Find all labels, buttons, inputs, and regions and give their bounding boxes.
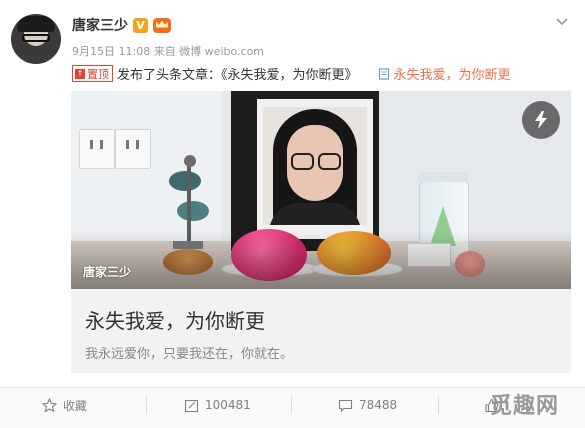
wall-outlet <box>79 129 115 169</box>
article-cover-image[interactable]: 唐家三少 <box>71 91 571 289</box>
post-text-line: ↑ 置顶 发布了头条文章：《永失我爱，为你断更》 永失我爱，为你断更 <box>72 64 511 83</box>
top-tag[interactable]: ↑ 置顶 <box>72 65 113 82</box>
article-link[interactable]: 永失我爱，为你断更 <box>378 64 511 83</box>
avatar-hair <box>17 16 55 32</box>
post-meta: 9月15日 11:08 来自 微博 weibo.com <box>72 45 265 58</box>
name-row: 唐家三少 V <box>72 15 171 35</box>
verified-badge[interactable]: V <box>133 17 148 33</box>
jar-lid <box>418 172 468 182</box>
username[interactable]: 唐家三少 <box>72 15 128 35</box>
action-separator <box>146 396 147 414</box>
avatar-glasses <box>22 34 50 42</box>
repost-button[interactable]: 100481 <box>184 388 251 422</box>
avatar[interactable] <box>11 14 61 64</box>
star-icon <box>42 397 57 413</box>
top-tag-label: 置顶 <box>87 67 109 81</box>
favorite-label: 收藏 <box>63 398 88 413</box>
action-separator <box>291 396 292 414</box>
image-shade <box>71 231 571 289</box>
article-icon <box>378 67 389 80</box>
wall-outlet <box>115 129 151 169</box>
site-watermark: 觅趣网 <box>490 394 560 419</box>
repost-icon <box>184 399 199 412</box>
photo-mat <box>257 99 373 239</box>
memorial-photo-frame <box>231 91 379 251</box>
comment-count: 78488 <box>359 398 398 412</box>
comment-button[interactable]: 78488 <box>338 388 397 422</box>
top-pin-icon: ↑ <box>75 68 85 79</box>
memorial-portrait <box>263 107 367 225</box>
chevron-down-icon[interactable] <box>553 12 571 30</box>
comment-icon <box>338 399 353 412</box>
portrait-glasses-left <box>291 153 314 170</box>
portrait-glasses-right <box>318 153 341 170</box>
action-separator <box>438 396 439 414</box>
published-text: 发布了头条文章：《永失我爱，为你断更》 <box>117 68 358 83</box>
member-crown-icon[interactable] <box>153 17 171 33</box>
flash-glyph <box>535 111 547 129</box>
card-title[interactable]: 永失我爱，为你断更 <box>85 305 265 334</box>
flash-icon[interactable] <box>522 101 560 139</box>
repost-count: 100481 <box>205 398 251 412</box>
favorite-button[interactable]: 收藏 <box>42 388 87 422</box>
image-watermark: 唐家三少 <box>83 265 132 279</box>
article-card[interactable]: 唐家三少 永失我爱，为你断更 我永远爱你，只要我还在，你就在。 <box>71 91 571 373</box>
article-link-label: 永失我爱，为你断更 <box>393 68 511 83</box>
card-subtitle: 我永远爱你，只要我还在，你就在。 <box>85 347 294 362</box>
